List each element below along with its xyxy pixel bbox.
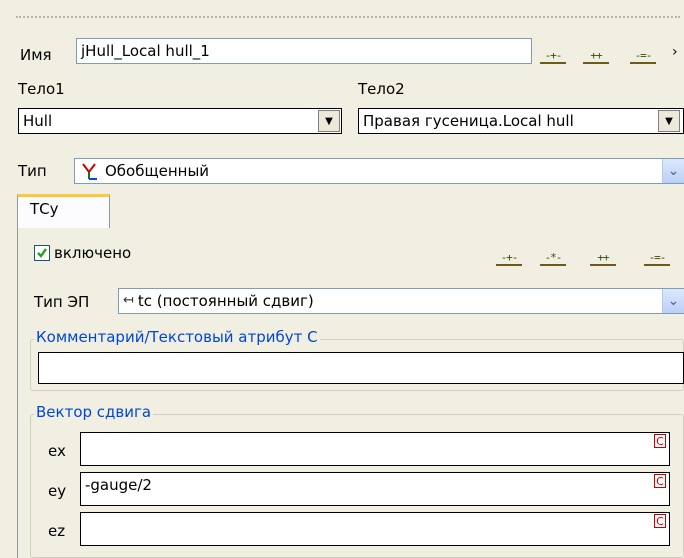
checkmark-icon (37, 248, 47, 258)
add-multiple-icon[interactable]: ++ (590, 240, 616, 266)
enabled-checkbox[interactable] (34, 245, 50, 261)
body2-select[interactable]: Правая гусеница.Local hull (358, 108, 684, 134)
ep-type-label: Тип ЭП (34, 293, 90, 311)
body1-value: Hull (23, 112, 53, 130)
body2-dropdown-button[interactable]: ▼ (658, 110, 680, 132)
overflow-chevron-icon[interactable]: › (672, 44, 678, 60)
copy-element-icon[interactable]: -*- (540, 240, 566, 266)
name-label: Имя (20, 46, 52, 64)
chevron-down-icon: ▼ (665, 115, 673, 127)
remove-element-icon[interactable]: -=- (630, 38, 656, 64)
c-badge-icon[interactable]: C (654, 474, 666, 488)
body1-select[interactable]: Hull (18, 108, 342, 134)
chevron-down-icon: ⌄ (667, 293, 680, 309)
type-value: Обобщенный (105, 162, 210, 180)
add-element-icon[interactable]: -+- (496, 240, 522, 266)
chevron-down-icon: ▼ (325, 115, 333, 127)
c-badge-icon[interactable]: C (654, 514, 666, 528)
ey-input[interactable]: -gauge/2 (80, 472, 670, 506)
type-dropdown-button[interactable]: ⌄ (662, 159, 684, 183)
ep-type-select[interactable]: ↤ tc (постоянный сдвиг) (118, 288, 684, 314)
tab-tcu-label: ТСу (30, 200, 59, 218)
joint-type-icon (79, 162, 101, 180)
ex-label: ex (48, 442, 66, 460)
ep-type-value: tc (постоянный сдвиг) (137, 292, 314, 310)
type-select[interactable]: Обобщенный (74, 158, 684, 184)
body1-dropdown-button[interactable]: ▼ (318, 110, 340, 132)
ep-type-dropdown-button[interactable]: ⌄ (662, 289, 684, 313)
toolbar-grip (16, 16, 680, 18)
body2-label: Тело2 (358, 80, 405, 98)
chevron-down-icon: ⌄ (667, 163, 680, 179)
add-multiple-icon[interactable]: ++ (583, 38, 609, 64)
enabled-label: включено (54, 244, 132, 262)
comment-input[interactable] (38, 352, 684, 384)
ey-label: ey (48, 482, 67, 500)
shift-vector-legend: Вектор сдвига (34, 403, 154, 421)
comment-legend: Комментарий/Текстовый атрибут C (34, 328, 320, 346)
ez-input[interactable] (80, 512, 670, 546)
body2-value: Правая гусеница.Local hull (363, 112, 574, 130)
tab-tcu[interactable]: ТСу (17, 194, 110, 228)
shift-arrow-icon: ↤ (123, 293, 134, 308)
add-element-icon[interactable]: -+- (540, 38, 566, 64)
body1-label: Тело1 (18, 80, 65, 98)
type-label: Тип (18, 162, 47, 180)
ex-input[interactable] (80, 432, 670, 466)
name-input[interactable]: jHull_Local hull_1 (76, 38, 532, 64)
remove-element-icon[interactable]: -=- (644, 240, 670, 266)
c-badge-icon[interactable]: C (654, 434, 666, 448)
ez-label: ez (48, 522, 66, 540)
